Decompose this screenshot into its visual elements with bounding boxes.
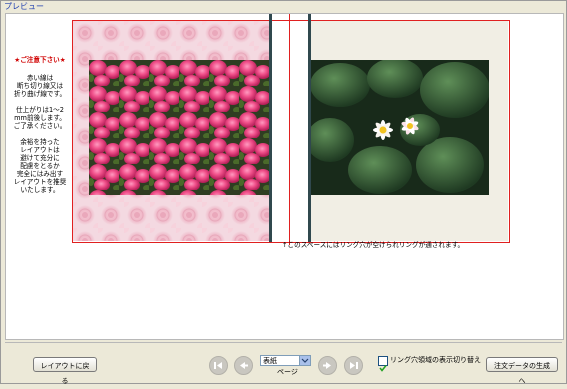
page-label: ページ (277, 368, 298, 376)
first-page-button[interactable] (209, 356, 228, 375)
ring-area-toggle-label[interactable]: リング穴領域の表示切り替え (390, 356, 481, 365)
preview-window: プレビュー ★ご注意下さい★ 赤い線は 断ち切り線又は 折り曲げ線です。 仕上が… (0, 0, 567, 385)
ring-hole-band-left (269, 14, 272, 242)
notice-text-trim-line: 赤い線は 断ち切り線又は 折り曲げ線です。 (13, 74, 67, 98)
next-page-button[interactable] (318, 356, 337, 375)
previous-page-icon (240, 362, 248, 369)
back-to-layout-button[interactable]: レイアウトに戻る (33, 357, 97, 385)
notice-text-layout: 余裕を持った レイアウトは 避けて充分に 配慮をとるか 完全にはみ出す レイアウ… (13, 138, 67, 194)
fold-line-center (289, 14, 290, 245)
generate-order-data-button[interactable]: 注文データの生成へ (486, 357, 558, 385)
previous-page-button[interactable] (234, 356, 253, 375)
page-select-value: 表紙 (263, 357, 277, 365)
title-bar: プレビュー (1, 1, 566, 12)
notice-text-tolerance: 仕上がりは1～2 mm前後します。 ご了承ください。 (13, 106, 67, 130)
bottom-toolbar: レイアウトに戻る 表紙 ページ リング穴領域の表示切り替え 注文データの生成へ (5, 342, 562, 385)
last-page-button[interactable] (344, 356, 363, 375)
checkmark-icon (379, 365, 387, 372)
window-title: プレビュー (4, 2, 44, 11)
last-page-icon (350, 362, 358, 369)
ring-note: ↑このスペースにはリング穴が空けられリングが通されます。 (282, 241, 465, 249)
ring-area-toggle-checkbox[interactable] (378, 356, 388, 372)
trim-line-outer (72, 20, 510, 243)
page-select[interactable]: 表紙 (260, 355, 311, 366)
chevron-down-icon (299, 356, 310, 365)
notice-heading: ★ご注意下さい★ (14, 56, 66, 64)
notice-panel: ★ご注意下さい★ 赤い線は 断ち切り線又は 折り曲げ線です。 仕上がりは1～2 … (10, 56, 70, 202)
next-page-icon (323, 362, 331, 369)
ring-hole-band-right (308, 14, 311, 242)
first-page-icon (214, 362, 222, 369)
preview-area: ★ご注意下さい★ 赤い線は 断ち切り線又は 折り曲げ線です。 仕上がりは1～2 … (5, 13, 564, 340)
